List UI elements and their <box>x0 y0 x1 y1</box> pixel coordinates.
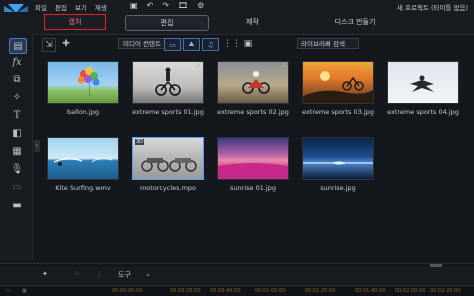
voice-record-icon[interactable]: 🎙 <box>9 162 25 176</box>
media-item-kite-surfing[interactable]: Kite Surfing.wmv <box>44 137 122 192</box>
ocean-sunrise-image <box>303 161 373 165</box>
media-thumbnail: ✓ <box>132 61 204 104</box>
transition-room-icon[interactable]: ◧ <box>9 126 25 140</box>
import-media-icon[interactable]: ⇲ <box>42 38 56 52</box>
media-item-caption: sunrise 01.jpg <box>230 184 276 192</box>
tab-create-disc[interactable]: 디스크 만들기 <box>305 15 405 29</box>
media-item-caption: motorcycles.mpo <box>139 184 197 192</box>
media-item-caption: ballon.jpg <box>67 108 99 116</box>
timecode-0: 00:00:00:00 <box>112 288 143 294</box>
media-item-sunrise[interactable]: sunrise.jpg <box>299 137 377 192</box>
media-thumbnail: 3D <box>132 137 204 180</box>
media-thumbnail <box>47 137 119 180</box>
grid-view-icon[interactable]: ⋮⋮ <box>223 38 241 50</box>
plugin-icon[interactable]: ✚ <box>60 38 72 50</box>
check-icon: ✓ <box>280 61 287 70</box>
library-toolbar: ⇲ ✚ 미디어 컨텐트 ⌄ ▭ ⛰ ♫ ⋮⋮ ▣ 라이브러리 검색 ⌕ <box>40 36 470 52</box>
media-item-ballon[interactable]: ✓ ballon.jpg <box>44 61 122 116</box>
video-settings-icon[interactable]: 🎞 <box>178 1 188 10</box>
media-item-motorcycles[interactable]: 3D motorcycles.mpo <box>129 137 207 192</box>
motocross-image <box>242 71 270 94</box>
smart-tool-icon[interactable]: ✦ <box>42 270 48 278</box>
save-icon[interactable]: ▣ <box>130 1 138 10</box>
media-item-caption: extreme sports 03.jpg <box>302 108 374 116</box>
media-item-extreme-sports-02[interactable]: ✓ extreme sports 02.jpg <box>214 61 292 116</box>
check-icon: ✓ <box>195 61 202 70</box>
3d-badge: 3D <box>135 139 145 145</box>
media-item-caption: extreme sports 01.jpg <box>132 108 204 116</box>
panel-divider <box>0 263 474 264</box>
divider-icon: | <box>98 270 101 278</box>
settings-icon[interactable]: ⚙ <box>197 1 204 10</box>
flower-field-image <box>218 163 288 179</box>
media-item-extreme-sports-01[interactable]: ✓ extreme sports 01.jpg <box>129 61 207 116</box>
particle-room-icon[interactable]: ✧ <box>9 90 25 104</box>
room-toolbar: ▤ fx ⧉ ✧ T ◧ ▦ 🎙 ▭ ▬ <box>0 34 33 260</box>
tools-button[interactable]: 도구 <box>118 270 131 280</box>
track-view-icon[interactable]: ▭ <box>6 288 11 294</box>
media-thumbnail: ✓ <box>217 61 289 104</box>
menu-view[interactable]: 보기 <box>75 2 87 12</box>
project-title: 새 프로젝트 (타이틀 없음) <box>396 4 468 12</box>
check-icon: ✓ <box>365 61 372 70</box>
balloons-image <box>77 67 100 97</box>
storyboard-view-icon[interactable]: ▦ <box>22 288 27 294</box>
show-audio-button[interactable]: ♫ <box>202 38 219 51</box>
media-item-caption: sunrise.jpg <box>320 184 356 192</box>
timeline-toolbar: ✦ ⊹ | 도구 ⌄ <box>0 267 474 283</box>
media-thumbnail: ✓ <box>302 61 374 104</box>
show-video-button[interactable]: ▭ <box>164 38 181 51</box>
bmx-rider-image <box>155 67 181 96</box>
timecode-4: 00:01:20:00 <box>305 288 336 294</box>
pip-room-icon[interactable]: ⧉ <box>9 72 25 86</box>
media-item-caption: Kite Surfing.wmv <box>55 184 111 192</box>
menu-play[interactable]: 재생 <box>95 2 107 12</box>
timeline-ruler: ▭ ▦ 00:00:00:00 00:00:20:00 00:00:40:00 … <box>0 285 474 296</box>
title-room-icon[interactable]: T <box>9 108 25 122</box>
chapter-room-icon: ▭ <box>12 181 22 193</box>
undo-icon[interactable]: ↶ <box>147 1 154 10</box>
timecode-5: 00:01:40:00 <box>355 288 386 294</box>
media-item-extreme-sports-03[interactable]: ✓ extreme sports 03.jpg <box>299 61 377 116</box>
media-item-sunrise-01[interactable]: sunrise 01.jpg <box>214 137 292 192</box>
timecode-3: 00:01:00:00 <box>255 288 286 294</box>
split-icon: ⊹ <box>74 270 80 278</box>
chevron-down-icon[interactable]: ⌄ <box>145 270 151 278</box>
menu-edit[interactable]: 편집 <box>55 2 67 12</box>
panel-collapse-handle[interactable]: › <box>34 140 40 152</box>
redo-icon[interactable]: ↷ <box>162 1 169 10</box>
sort-icon[interactable]: ▣ <box>242 38 254 50</box>
timecode-6: 00:02:00:00 <box>395 288 426 294</box>
media-item-caption: extreme sports 04.jpg <box>387 108 459 116</box>
media-thumbnail <box>217 137 289 180</box>
kite-surfer-image <box>53 157 113 166</box>
media-room-icon[interactable]: ▤ <box>9 38 27 54</box>
media-item-caption: extreme sports 02.jpg <box>217 108 289 116</box>
sunset-rider-image <box>303 71 373 103</box>
check-icon: ✓ <box>110 61 117 70</box>
media-item-extreme-sports-04[interactable]: extreme sports 04.jpg <box>384 61 462 116</box>
tab-produce[interactable]: 제작 <box>235 15 270 29</box>
main-tabs: 캡처 편집 제작 디스크 만들기 <box>0 12 474 35</box>
timecode-2: 00:00:40:00 <box>210 288 241 294</box>
timecode-1: 00:00:20:00 <box>170 288 201 294</box>
media-library-grid: ✓ ballon.jpg ✓ extreme sports 01.jpg ✓ e… <box>44 57 469 257</box>
tools-button-label: 도구 <box>118 271 131 279</box>
media-thumbnail <box>302 137 374 180</box>
audio-mixing-icon[interactable]: ▦ <box>9 144 25 158</box>
timecode-7: 00:02:20:00 <box>430 288 461 294</box>
media-thumbnail: ✓ <box>47 61 119 104</box>
menu-file[interactable]: 파일 <box>35 2 47 12</box>
menu-bar: 파일 편집 보기 재생 ▣ ↶ ↷ 🎞 ⚙ 새 프로젝트 (타이틀 없음) <box>0 0 474 20</box>
subtitle-room-icon[interactable]: ▬ <box>9 198 25 212</box>
show-image-button[interactable]: ⛰ <box>183 38 200 51</box>
fx-room-icon[interactable]: fx <box>9 55 25 69</box>
search-icon[interactable]: ⌕ <box>322 38 334 50</box>
skydiver-image <box>410 75 434 92</box>
tab-edit[interactable]: 편집 <box>125 15 209 31</box>
media-thumbnail <box>387 61 459 104</box>
media-filter-label: 미디어 컨텐트 <box>123 40 161 48</box>
tab-capture[interactable]: 캡처 <box>44 14 106 30</box>
